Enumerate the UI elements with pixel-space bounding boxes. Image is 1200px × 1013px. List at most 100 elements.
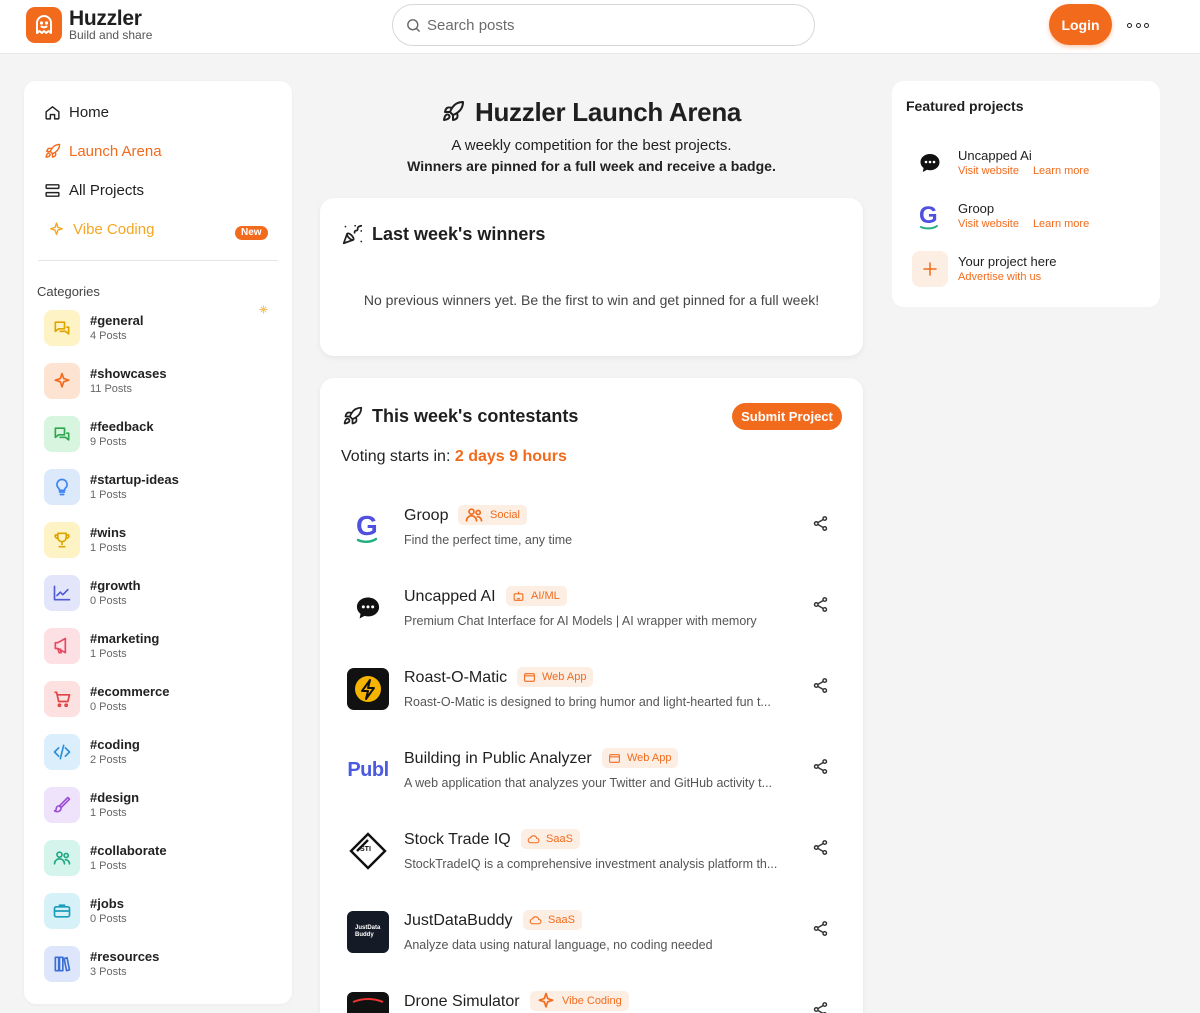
project-row[interactable]: Uncapped AI AI/ML Premium Chat Interface… [340, 582, 845, 642]
winners-card: Last week's winners No previous winners … [320, 198, 863, 356]
nav-vibe-coding[interactable]: Vibe Coding [48, 217, 154, 241]
advertise-link[interactable]: Advertise with us [958, 271, 1041, 283]
project-name[interactable]: Building in Public Analyzer [404, 750, 592, 768]
category-name: #wins [90, 525, 127, 540]
search-input[interactable] [427, 13, 797, 37]
featured-item-advertise[interactable]: Your project here Advertise with us [912, 249, 1142, 289]
project-description: Roast-O-Matic is designed to bring humor… [404, 695, 771, 709]
nav-launch-arena[interactable]: Launch Arena [44, 139, 162, 163]
category-jobs[interactable]: #jobs 0 Posts [44, 893, 274, 931]
share-icon[interactable] [812, 596, 829, 618]
groop-logo: G [346, 505, 390, 549]
category-name: #feedback [90, 419, 154, 434]
chat-bubble-logo [346, 586, 390, 630]
category-showcases[interactable]: #showcases 11 Posts [44, 363, 274, 401]
project-name[interactable]: Stock Trade IQ [404, 831, 511, 849]
share-icon[interactable] [812, 920, 829, 942]
winners-empty-text: No previous winners yet. Be the first to… [363, 292, 820, 308]
search-bar[interactable] [392, 4, 815, 46]
category-count: 9 Posts [90, 436, 127, 448]
category-name: #showcases [90, 366, 167, 381]
page-title: Huzzler Launch Arena [441, 96, 741, 128]
project-row[interactable]: G Groop Social Find the perfect time, an… [340, 501, 845, 561]
project-description: Premium Chat Interface for AI Models | A… [404, 614, 757, 628]
project-row[interactable]: Drone Simulator Vibe Coding [340, 987, 845, 1013]
featured-item[interactable]: Uncapped Ai Visit website Learn more [912, 143, 1142, 183]
chart-icon [44, 575, 80, 611]
featured-item[interactable]: G Groop Visit website Learn more [912, 196, 1142, 236]
project-row[interactable]: Publ Building in Public Analyzer Web App… [340, 744, 845, 804]
top-header: Huzzler Build and share Login [0, 0, 1200, 54]
login-button[interactable]: Login [1049, 4, 1112, 45]
category-name: #marketing [90, 631, 160, 646]
project-name[interactable]: Drone Simulator [404, 993, 520, 1011]
contestants-card: This week's contestants Submit Project V… [320, 378, 863, 1013]
justdatabuddy-logo-text: JustData Buddy [355, 925, 381, 938]
category-name: #ecommerce [90, 684, 170, 699]
category-coding[interactable]: #coding 2 Posts [44, 734, 274, 772]
category-feedback[interactable]: #feedback 9 Posts [44, 416, 274, 454]
project-row[interactable]: STI Stock Trade IQ SaaS StockTradeIQ is … [340, 825, 845, 885]
share-icon[interactable] [812, 677, 829, 699]
category-design[interactable]: #design 1 Posts [44, 787, 274, 825]
project-tag: Vibe Coding [530, 991, 629, 1011]
arena-subtitle-bold: Winners are pinned for a full week and r… [407, 158, 776, 174]
share-icon[interactable] [812, 1001, 829, 1013]
visit-website-link[interactable]: Visit website [958, 165, 1019, 177]
chat-icon [44, 416, 80, 452]
category-growth[interactable]: #growth 0 Posts [44, 575, 274, 613]
more-dots-icon[interactable] [1127, 18, 1149, 32]
category-resources[interactable]: #resources 3 Posts [44, 946, 274, 984]
category-count: 0 Posts [90, 595, 127, 607]
visit-website-link[interactable]: Visit website [958, 218, 1019, 230]
category-count: 1 Posts [90, 860, 127, 872]
brush-icon [44, 787, 80, 823]
project-row[interactable]: JustData Buddy JustDataBuddy SaaS Analyz… [340, 906, 845, 966]
project-description: Analyze data using natural language, no … [404, 938, 713, 952]
browser-icon [523, 671, 542, 684]
category-general[interactable]: #general 4 Posts [44, 310, 274, 348]
sidebar-divider [38, 260, 278, 261]
project-name[interactable]: Uncapped AI [404, 588, 496, 606]
share-icon[interactable] [812, 515, 829, 537]
featured-links: Visit website Learn more [958, 218, 1089, 230]
chat-bubble-logo [912, 145, 948, 181]
category-marketing[interactable]: #marketing 1 Posts [44, 628, 274, 666]
category-name: #jobs [90, 896, 124, 911]
sparkle-icon [536, 991, 562, 1011]
category-ecommerce[interactable]: #ecommerce 0 Posts [44, 681, 274, 719]
share-icon[interactable] [812, 839, 829, 861]
sti-logo-text: STI [360, 846, 371, 853]
project-name[interactable]: JustDataBuddy [404, 912, 513, 930]
nav-home[interactable]: Home [44, 100, 109, 124]
category-startup-ideas[interactable]: #startup-ideas 1 Posts [44, 469, 274, 507]
featured-name: Your project here [958, 254, 1057, 269]
category-count: 3 Posts [90, 966, 127, 978]
nav-vibe-coding-label: Vibe Coding [73, 220, 155, 238]
category-count: 4 Posts [90, 330, 127, 342]
project-description: Find the perfect time, any time [404, 533, 573, 547]
project-name[interactable]: Groop [404, 507, 448, 525]
learn-more-link[interactable]: Learn more [1033, 218, 1089, 230]
countdown-value: 2 days 9 hours [454, 448, 567, 465]
share-icon[interactable] [812, 758, 829, 780]
publ-logo-text: Publ [347, 758, 389, 781]
briefcase-icon [44, 893, 80, 929]
drone-logo [346, 991, 390, 1013]
trophy-icon [44, 522, 80, 558]
category-count: 1 Posts [90, 648, 127, 660]
learn-more-link[interactable]: Learn more [1033, 165, 1089, 177]
project-name[interactable]: Roast-O-Matic [404, 669, 507, 687]
submit-project-button[interactable]: Submit Project [732, 403, 842, 430]
categories-title: Categories [37, 284, 100, 299]
left-sidebar: Home Launch Arena New All Projects Vibe … [24, 81, 292, 1004]
megaphone-icon [44, 628, 80, 664]
winners-title: Last week's winners [342, 224, 545, 245]
category-collaborate[interactable]: #collaborate 1 Posts [44, 840, 274, 878]
nav-launch-arena-label: Launch Arena [69, 142, 162, 160]
huzzler-logo-icon[interactable] [26, 7, 62, 43]
project-row[interactable]: Roast-O-Matic Web App Roast-O-Matic is d… [340, 663, 845, 723]
nav-all-projects[interactable]: All Projects [44, 178, 144, 202]
category-wins[interactable]: #wins 1 Posts [44, 522, 274, 560]
winners-title-text: Last week's winners [372, 224, 546, 244]
